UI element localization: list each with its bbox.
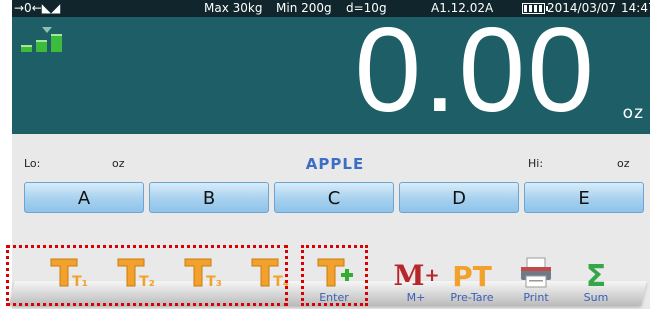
hi-limit-unit: oz: [617, 157, 630, 170]
preset-button-b[interactable]: B: [149, 182, 269, 213]
weight-unit: oz: [622, 103, 644, 123]
pre-tare-icon: PT: [452, 260, 492, 289]
preset-button-c[interactable]: C: [274, 182, 394, 213]
hi-limit-label: Hi:: [528, 157, 544, 170]
connection-indicator: →0←◣◢: [14, 1, 61, 15]
print-label: Print: [523, 291, 549, 304]
pre-tare-button[interactable]: PT Pre-Tare: [446, 255, 498, 305]
lo-limit-label: Lo:: [24, 157, 41, 170]
memory-add-button[interactable]: M + M+: [390, 255, 442, 305]
min-capacity: Min 200g: [276, 1, 332, 15]
memory-add-label: M+: [406, 291, 426, 304]
svg-text:PT: PT: [452, 260, 492, 289]
weight-display: 0.00 oz: [12, 5, 650, 135]
print-button[interactable]: Print: [510, 255, 562, 305]
preset-button-e[interactable]: E: [524, 182, 644, 213]
memory-add-icon: M +: [394, 259, 440, 289]
stability-signal-icon: [21, 27, 62, 52]
svg-text:M: M: [394, 259, 425, 289]
status-time: 14:47: [621, 1, 650, 15]
lo-limit-unit: oz: [112, 157, 125, 170]
svg-text:+: +: [424, 265, 439, 286]
pre-tare-label: Pre-Tare: [450, 291, 494, 304]
max-capacity: Max 30kg: [204, 1, 263, 15]
preset-button-d[interactable]: D: [399, 182, 519, 213]
svg-text:Σ: Σ: [586, 259, 607, 289]
sigma-sum-icon: Σ: [586, 259, 607, 289]
weight-value: 0.00: [354, 3, 596, 137]
preset-button-a[interactable]: A: [24, 182, 144, 213]
product-name: APPLE: [305, 155, 365, 173]
enter-highlight: [301, 245, 368, 306]
tare-group-highlight: [6, 245, 288, 306]
sum-button[interactable]: Σ Sum: [570, 255, 622, 305]
printer-icon: [521, 257, 551, 288]
sum-label: Sum: [583, 291, 609, 304]
